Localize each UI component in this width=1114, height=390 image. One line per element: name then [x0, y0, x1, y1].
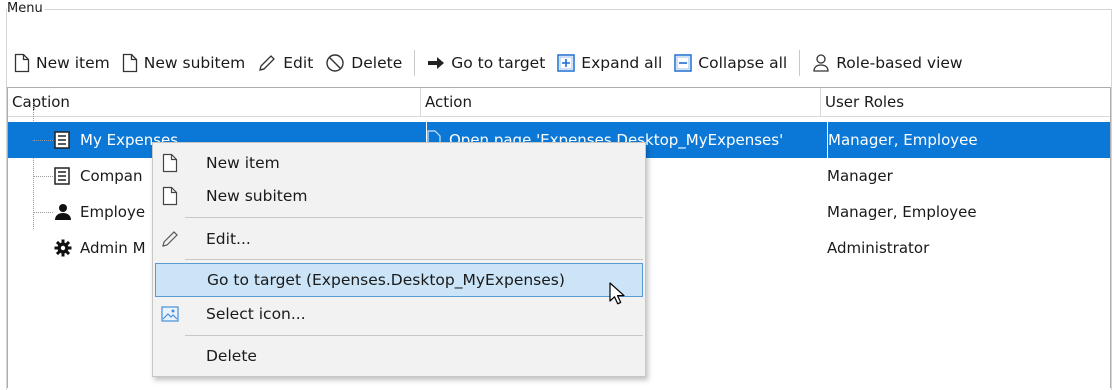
caption-text: Admin M	[80, 239, 146, 257]
prohibited-icon	[326, 54, 344, 72]
picture-icon	[161, 306, 179, 322]
menu-item-edit[interactable]: Edit...	[154, 222, 644, 256]
caption-text: Compan	[80, 167, 143, 185]
page-icon	[162, 153, 178, 173]
menu-item-label: New subitem	[206, 187, 308, 205]
mouse-cursor-icon	[609, 282, 625, 305]
roles-cell: Manager	[827, 167, 893, 185]
new-subitem-button[interactable]: New subitem	[122, 53, 246, 73]
menu-separator	[185, 217, 643, 218]
menu-item-delete[interactable]: Delete	[154, 339, 644, 373]
group-title: Menu	[7, 0, 45, 17]
toolbar: New item New subitem Edit Delete Go to t…	[14, 48, 975, 78]
roles-cell: Manager, Employee	[827, 203, 977, 221]
roles-cell: Administrator	[827, 239, 930, 257]
toolbar-separator	[799, 50, 801, 76]
go-to-target-button[interactable]: Go to target	[427, 54, 545, 72]
roles-cell: Manager, Employee	[827, 122, 1108, 158]
menu-item-label: Select icon...	[206, 305, 306, 323]
gear-icon	[54, 239, 72, 257]
person-icon	[55, 204, 71, 220]
page-icon	[162, 186, 178, 206]
delete-label: Delete	[351, 54, 403, 72]
menu-separator	[185, 335, 643, 336]
menu-item-label: Go to target (Expenses.Desktop_MyExpense…	[207, 271, 565, 289]
menu-item-label: Delete	[206, 347, 257, 365]
arrow-right-icon	[428, 57, 445, 69]
new-subitem-label: New subitem	[143, 54, 246, 72]
menu-item-label: Edit...	[206, 230, 251, 248]
menu-item-new-item[interactable]: New item	[154, 146, 644, 180]
edit-label: Edit	[283, 54, 314, 72]
expand-all-button[interactable]: Expand all	[557, 54, 662, 72]
page-icon	[14, 53, 30, 73]
column-header-caption[interactable]: Caption	[8, 88, 421, 116]
context-menu: New item New subitem Edit... Go to targe…	[152, 142, 646, 377]
grid-header: Caption Action User Roles	[8, 88, 1110, 117]
new-item-label: New item	[36, 54, 110, 72]
delete-button[interactable]: Delete	[325, 53, 402, 73]
menu-item-label: New item	[206, 154, 280, 172]
page-icon	[122, 53, 137, 73]
caption-text: Employe	[80, 203, 146, 221]
role-based-view-button[interactable]: Role-based view	[812, 53, 963, 73]
collapse-all-button[interactable]: Collapse all	[674, 54, 787, 72]
pencil-icon	[162, 231, 178, 247]
expand-all-label: Expand all	[581, 54, 663, 72]
column-header-action[interactable]: Action	[421, 88, 821, 116]
toolbar-separator	[414, 50, 416, 76]
menu-separator	[185, 259, 643, 260]
go-to-target-label: Go to target	[451, 54, 546, 72]
menu-item-go-to-target[interactable]: Go to target (Expenses.Desktop_MyExpense…	[155, 263, 643, 297]
user-icon	[813, 54, 829, 72]
pencil-icon	[259, 55, 276, 71]
menu-item-new-subitem[interactable]: New subitem	[154, 179, 644, 213]
list-icon	[54, 131, 70, 149]
list-icon	[54, 167, 70, 185]
edit-button[interactable]: Edit	[257, 53, 313, 73]
new-item-button[interactable]: New item	[14, 53, 110, 73]
expand-icon	[557, 54, 576, 72]
collapse-icon	[674, 54, 693, 72]
menu-item-select-icon[interactable]: Select icon...	[154, 297, 644, 331]
role-based-view-label: Role-based view	[836, 54, 963, 72]
collapse-all-label: Collapse all	[698, 54, 788, 72]
column-header-user-roles[interactable]: User Roles	[821, 88, 1114, 116]
